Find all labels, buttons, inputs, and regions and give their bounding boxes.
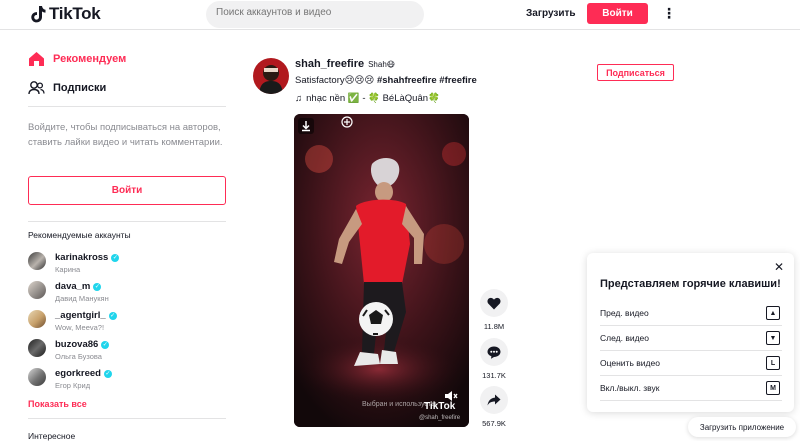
m-key-icon: M — [766, 381, 780, 395]
verified-icon: ✓ — [93, 282, 102, 291]
search-bar[interactable] — [206, 1, 618, 28]
download-icon[interactable] — [298, 118, 314, 134]
share-icon — [487, 394, 501, 406]
like-circle[interactable] — [480, 289, 508, 317]
share-button[interactable]: 567.9K — [480, 386, 508, 428]
tiktok-logo[interactable]: TikTok — [30, 4, 101, 24]
comment-count: 131.7K — [482, 371, 506, 380]
share-count: 567.9K — [482, 419, 506, 428]
sidebar-login-button[interactable]: Войти — [28, 176, 226, 205]
hotkey-row: Оценить видео L — [600, 351, 782, 376]
hotkey-row: Пред. видео ▲ — [600, 301, 782, 326]
sidebar: Рекомендуем Подписки Войдите, чтобы подп… — [28, 30, 228, 441]
list-item[interactable]: karinakross ✓ Карина — [28, 252, 228, 278]
comment-circle[interactable] — [480, 338, 508, 366]
comment-button[interactable]: 131.7K — [480, 338, 508, 380]
sidebar-item-recommended[interactable]: Рекомендуем — [28, 51, 126, 67]
music-note-icon: ♫ — [295, 93, 303, 104]
logo-text: TikTok — [49, 4, 101, 23]
account-username: dava_m — [55, 281, 91, 292]
account-username: buzova86 — [55, 339, 99, 350]
effect-icon — [341, 116, 353, 128]
follow-button[interactable]: Подписаться — [597, 64, 674, 81]
list-item[interactable]: dava_m ✓ Давид Манукян — [28, 281, 228, 307]
hotkeys-title: Представляем горячие клавиши! — [600, 278, 781, 290]
list-item[interactable]: egorkreed ✓ Егор Крид — [28, 368, 228, 394]
home-icon — [29, 52, 44, 66]
comment-icon — [487, 346, 501, 359]
sidebar-item-label: Подписки — [53, 82, 107, 94]
hotkey-label: Пред. видео — [600, 308, 649, 318]
hotkey-row: След. видео ▼ — [600, 326, 782, 351]
post-caption: Satisfactory😢😢😢 — [295, 75, 375, 86]
post-description: Satisfactory😢😢😢 #shahfreefire #freefire — [295, 75, 477, 86]
hotkey-label: Оценить видео — [600, 358, 660, 368]
sidebar-item-following[interactable]: Подписки — [28, 80, 106, 96]
post-author[interactable]: shah_freefire Shah😷 — [295, 58, 395, 70]
header-login-button[interactable]: Войти — [587, 3, 648, 24]
verified-icon: ✓ — [101, 340, 110, 349]
post-hashtags[interactable]: #shahfreefire #freefire — [377, 75, 477, 86]
video-frame — [294, 114, 469, 427]
l-key-icon: L — [766, 356, 780, 370]
sidebar-divider — [28, 418, 226, 419]
list-item[interactable]: _agentgirl_ ✓ Wow, Meeva?! — [28, 310, 228, 336]
login-prompt-text: Войдите, чтобы подписываться на авторов,… — [28, 122, 223, 148]
post-username: shah_freefire — [295, 58, 365, 70]
account-name: Егор Крид — [55, 381, 91, 390]
account-name: Wow, Meeva?! — [55, 323, 105, 332]
heart-icon — [487, 297, 501, 309]
avatar-image — [253, 58, 289, 94]
avatar — [28, 339, 46, 357]
close-icon[interactable]: ✕ — [774, 261, 784, 273]
get-app-button[interactable]: Загрузить приложение — [688, 417, 796, 437]
account-username: egorkreed — [55, 368, 101, 379]
hotkey-row: Вкл./выкл. звук M — [600, 376, 782, 401]
like-count: 11.8M — [483, 322, 505, 331]
verified-icon: ✓ — [108, 311, 117, 320]
like-button[interactable]: 11.8M — [480, 289, 508, 331]
search-input[interactable] — [216, 7, 391, 18]
avatar — [28, 310, 46, 328]
post-author-avatar[interactable] — [253, 58, 289, 94]
verified-icon: ✓ — [111, 253, 120, 262]
video-watermark-logo: TikTok — [424, 401, 456, 412]
hotkey-label: Вкл./выкл. звук — [600, 383, 660, 393]
more-options-icon[interactable]: ⋮ — [662, 6, 676, 20]
share-circle[interactable] — [480, 386, 508, 414]
following-icon — [28, 81, 45, 95]
account-name: Карина — [55, 265, 81, 274]
avatar — [28, 368, 46, 386]
show-all-link[interactable]: Показать все — [28, 399, 87, 409]
list-item[interactable]: buzova86 ✓ Ольга Бузова — [28, 339, 228, 365]
tiktok-note-icon — [31, 6, 46, 23]
music-title: nhạc nền ✅ - 🍀 BéLàQuân🍀 — [306, 93, 440, 104]
account-name: Ольга Бузова — [55, 352, 102, 361]
sidebar-divider — [28, 106, 226, 107]
sidebar-item-label: Рекомендуем — [53, 53, 127, 65]
hotkey-label: След. видео — [600, 333, 649, 343]
video-player[interactable]: Выбран и используеты TikTok @shah_freefi… — [294, 114, 469, 427]
account-username: karinakross — [55, 252, 109, 263]
avatar — [28, 281, 46, 299]
account-username: _agentgirl_ — [55, 310, 106, 321]
top-header: TikTok Загрузить Войти ⋮ — [0, 0, 800, 30]
arrow-up-key-icon: ▲ — [766, 306, 780, 320]
verified-icon: ✓ — [103, 369, 112, 378]
suggested-accounts-title: Рекомендуемые аккаунты — [28, 230, 131, 240]
avatar — [28, 252, 46, 270]
sidebar-divider — [28, 221, 226, 222]
hotkeys-popup: ✕ Представляем горячие клавиши! Пред. ви… — [587, 253, 794, 412]
account-name: Давид Манукян — [55, 294, 109, 303]
upload-link[interactable]: Загрузить — [526, 8, 576, 19]
video-watermark-handle: @shah_freefire — [419, 415, 461, 421]
post-music[interactable]: ♫ nhạc nền ✅ - 🍀 BéLàQuân🍀 — [295, 93, 440, 104]
post-nickname: Shah😷 — [368, 60, 396, 69]
arrow-down-key-icon: ▼ — [766, 331, 780, 345]
